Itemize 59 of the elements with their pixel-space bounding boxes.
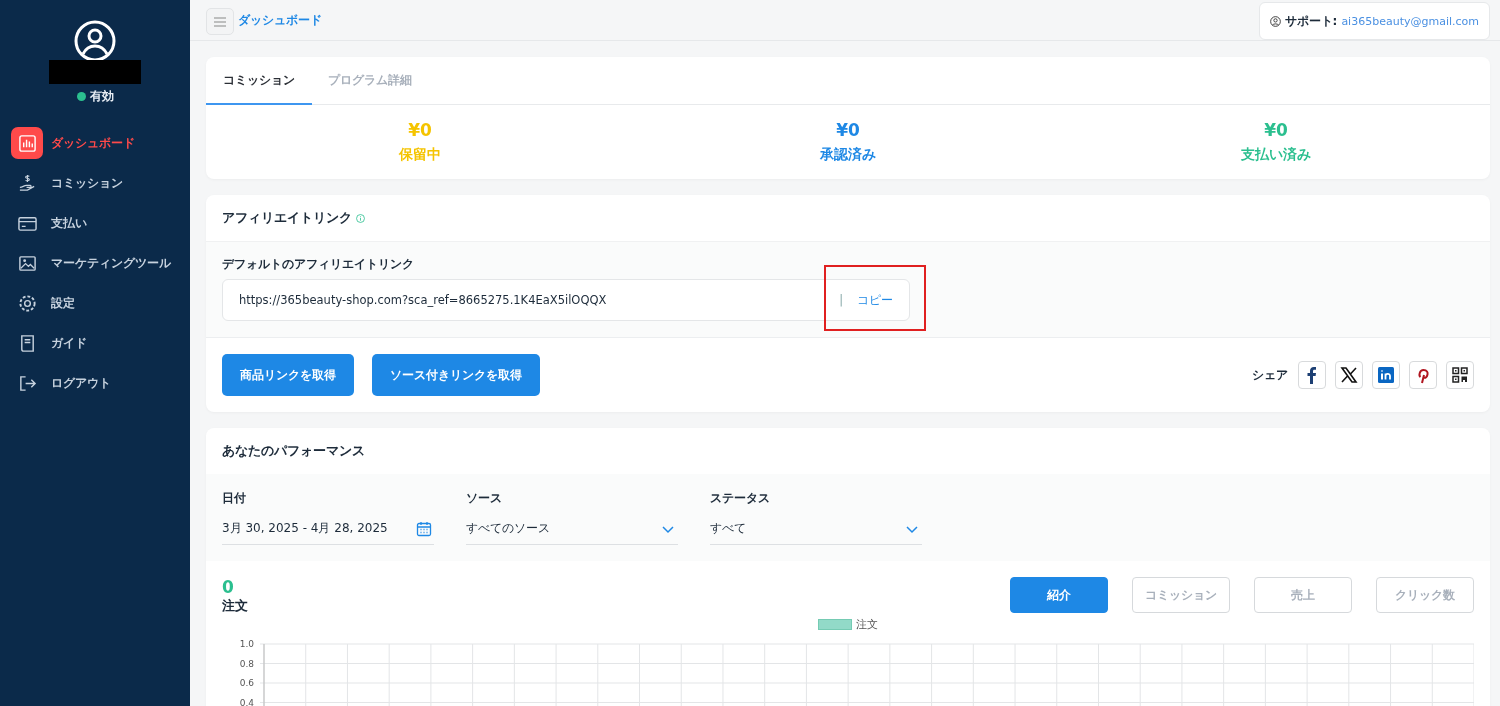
field-label: デフォルトのアフィリエイトリンク [222,256,415,273]
filter-label: 日付 [222,490,247,507]
x-button[interactable] [1335,361,1363,389]
y-tick-label: 0.6 [239,678,254,688]
metric-label: 支払い済み [1241,146,1311,164]
separator: | [839,293,843,307]
calendar-icon [416,520,432,537]
user-icon [1269,15,1281,27]
qr-code-icon [1451,366,1469,384]
get-link-button[interactable]: 商品リンクを取得 [222,354,354,396]
select-field[interactable]: すべてのソース [466,519,678,545]
nav-icon [17,133,37,153]
metric-label: 保留中 [399,146,441,164]
pinterest-button[interactable] [1409,361,1437,389]
sidebar-item[interactable]: 支払い [11,207,190,239]
date-range-field[interactable]: 3月 30, 2025 - 4月 28, 2025 [222,519,434,545]
metric-toggle-button[interactable]: 紹介 [1010,577,1108,613]
facebook-button[interactable] [1298,361,1326,389]
y-tick-label: 0.8 [239,658,254,669]
linkedin-icon [1377,366,1395,384]
user-status: 有効 [89,88,114,105]
filter-label: ステータス [710,490,771,507]
nav-icon [17,173,37,193]
card-title: あなたのパフォーマンス [222,442,365,460]
sidebar-item[interactable]: コミッション [11,167,190,199]
info-icon [356,213,365,223]
user-avatar-icon [74,20,116,62]
qr-code-button[interactable] [1446,361,1474,389]
sidebar-item[interactable]: ダッシュボード [11,127,190,159]
y-tick-label: 1.0 [239,639,254,649]
sidebar-item[interactable]: マーケティングツール [11,247,190,279]
metric-amount: ¥0 [1264,120,1288,140]
metric-amount: ¥0 [836,120,860,140]
card-title: アフィリエイトリンク [222,209,352,227]
copy-button[interactable]: コピー [857,291,893,309]
legend-label: 注文 [856,617,878,632]
total-label: 注文 [222,597,248,615]
metric-label: 承認済み [820,146,876,164]
get-link-button[interactable]: ソース付きリンクを取得 [372,354,540,396]
breadcrumb: ダッシュボード [238,12,322,29]
total-count: 0 [222,577,235,597]
nav-icon [17,253,37,273]
y-tick-label: 0.4 [239,697,254,706]
sidebar-item[interactable]: 設定 [11,287,190,319]
linkedin-button[interactable] [1372,361,1400,389]
filter-label: ソース [466,490,503,507]
y-axis [263,643,265,706]
support-label: サポート: [1284,12,1338,30]
select-field[interactable]: すべて [710,519,922,545]
metric-amount: ¥0 [408,120,432,140]
sidebar-item[interactable]: ログアウト [11,367,190,399]
nav-icon [17,373,37,393]
affiliate-link-field[interactable]: https://365beauty-shop.com?sca_ref=8665275.1K4EaX5ilOQQX | コピー [222,279,910,321]
nav-icon [17,293,37,313]
sidebar-item[interactable]: ガイド [11,327,190,359]
tab[interactable]: コミッション [206,57,312,105]
x-icon [1340,366,1358,384]
menu-icon [214,16,226,27]
share-label: シェア [1252,366,1288,384]
